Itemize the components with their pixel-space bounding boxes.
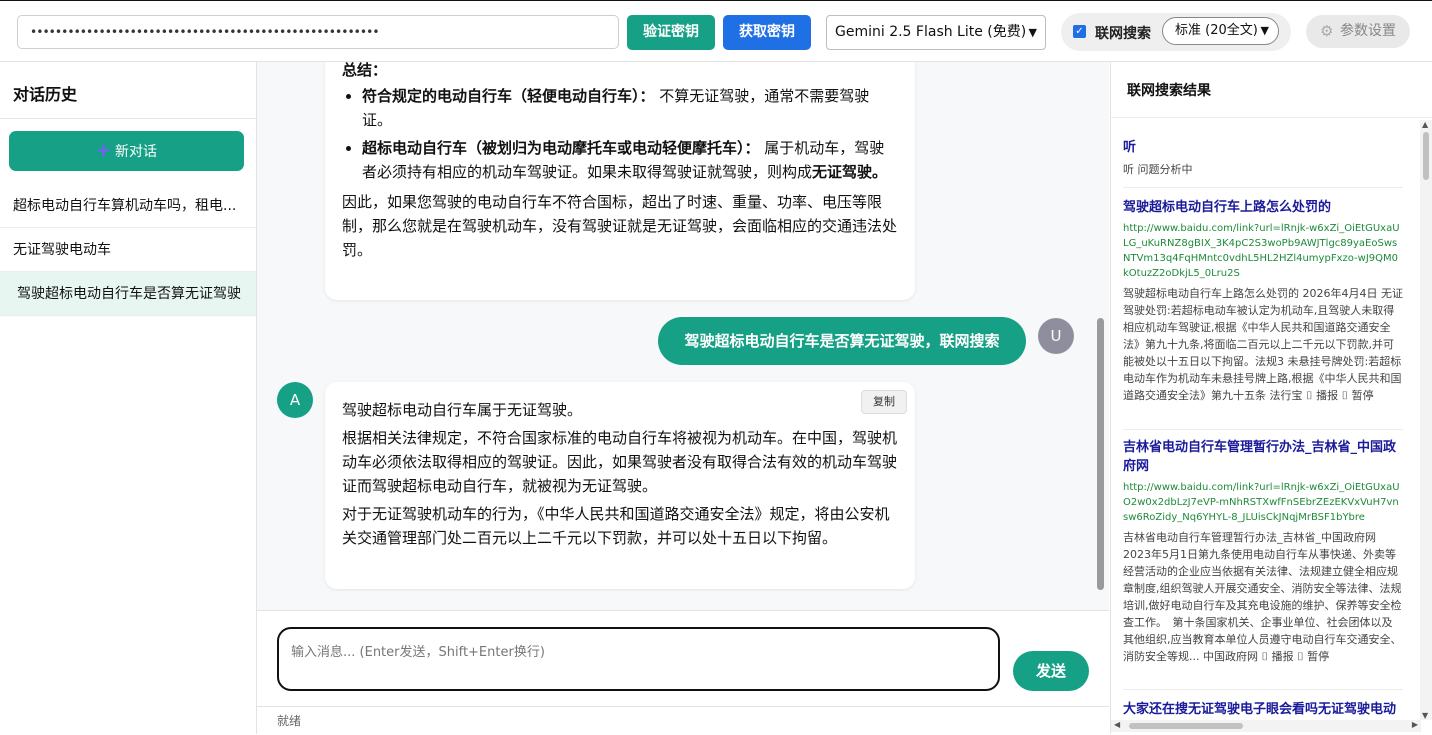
result-snippet: 驾驶超标电动自行车上路怎么处罚的 2026年4月4日 无证驾驶处罚:若超标电动车…	[1123, 287, 1403, 402]
search-results-panel: 联网搜索结果 听 听 问题分析中 驾驶超标电动自行车上路怎么处罚的 http:/…	[1110, 62, 1432, 734]
history-item-active[interactable]: 驾驶超标电动自行车是否算无证驾驶	[0, 272, 256, 316]
search-result: 听 听 问题分析中	[1123, 138, 1403, 188]
message-paragraph: 因此，如果您驾驶的电动自行车不符合国标，超出了时速、重量、功率、电压等限制，那么…	[342, 193, 898, 259]
scroll-left-arrow-icon[interactable]: ◀	[1114, 720, 1120, 729]
top-toolbar: ••••••••••••••••••••••••••••••••••••••••…	[0, 0, 1432, 62]
message-input[interactable]: 输入消息... (Enter发送，Shift+Enter换行)	[277, 627, 1000, 691]
divider	[1111, 117, 1432, 118]
scroll-thumb[interactable]	[1129, 723, 1243, 729]
assistant-message: 总结： 符合规定的电动自行车（轻便电动自行车）： 不算无证驾驶，通常不需要驾驶证…	[325, 62, 915, 300]
history-sidebar: 对话历史 + 新对话 超标电动自行车算机动车吗，租电... 无证驾驶电动车 驾驶超…	[0, 62, 257, 734]
result-url[interactable]: http://www.baidu.com/link?url=lRnjk-w6xZ…	[1123, 221, 1403, 281]
search-mode-value: 标准 (20全文)	[1175, 23, 1258, 38]
result-title[interactable]: 驾驶超标电动自行车上路怎么处罚的	[1123, 198, 1403, 217]
list-item: 超标电动自行车（被划归为电动摩托车或电动轻便摩托车）： 属于机动车，驾驶者必须持…	[362, 136, 898, 184]
chevron-down-icon: ▼	[1260, 24, 1269, 37]
bullet-strong: 超标电动自行车（被划归为电动摩托车或电动轻便摩托车）：	[362, 139, 760, 157]
settings-button[interactable]: ⚙ 参数设置	[1306, 15, 1410, 48]
api-key-input[interactable]: ••••••••••••••••••••••••••••••••••••••••…	[17, 15, 619, 49]
scroll-up-arrow-icon[interactable]: ▲	[1422, 120, 1428, 129]
bullet-strong-end: 无证驾驶。	[812, 163, 888, 181]
assistant-message: 复制 驾驶超标电动自行车属于无证驾驶。 根据相关法律规定，不符合国家标准的电动自…	[325, 382, 915, 589]
assistant-avatar: A	[277, 382, 313, 418]
chat-scrollbar[interactable]	[1097, 318, 1104, 590]
model-select[interactable]: Gemini 2.5 Flash Lite (免费) ▼	[826, 15, 1046, 50]
list-item: 符合规定的电动自行车（轻便电动自行车）： 不算无证驾驶，通常不需要驾驶证。	[362, 84, 898, 132]
new-chat-label: 新对话	[115, 144, 158, 160]
result-title[interactable]: 大家还在搜无证驾驶电子眼会看吗无证驾驶电动	[1123, 700, 1403, 719]
new-chat-button[interactable]: + 新对话	[9, 131, 244, 171]
composer: 输入消息... (Enter发送，Shift+Enter换行) 发送	[257, 610, 1109, 706]
scroll-right-arrow-icon[interactable]: ▶	[1412, 720, 1418, 729]
settings-label: 参数设置	[1340, 23, 1396, 39]
search-result: 驾驶超标电动自行车上路怎么处罚的 http://www.baidu.com/li…	[1123, 198, 1403, 430]
results-horizontal-scrollbar[interactable]: ◀ ▶	[1111, 720, 1421, 732]
message-paragraph: 对于无证驾驶机动车的行为，《中华人民共和国道路交通安全法》规定，将由公安机关交通…	[342, 505, 890, 547]
result-title[interactable]: 听	[1123, 138, 1403, 157]
panel-title: 联网搜索结果	[1127, 83, 1211, 99]
scroll-thumb[interactable]	[1423, 132, 1429, 180]
status-bar: 就绪	[257, 706, 1109, 734]
results-vertical-scrollbar[interactable]: ▲ ▼	[1420, 120, 1432, 720]
get-key-button[interactable]: 获取密钥	[723, 15, 811, 50]
bullet-list: 符合规定的电动自行车（轻便电动自行车）： 不算无证驾驶，通常不需要驾驶证。 超标…	[342, 84, 898, 184]
sidebar-title: 对话历史	[13, 85, 78, 104]
verify-key-button[interactable]: 验证密钥	[627, 15, 715, 50]
web-search-group: ✓ 联网搜索 标准 (20全文) ▼	[1061, 13, 1291, 51]
message-heading: 总结：	[342, 62, 388, 79]
model-select-value: Gemini 2.5 Flash Lite (免费)	[835, 24, 1027, 40]
chevron-down-icon: ▼	[1028, 26, 1037, 39]
message-paragraph: 根据相关法律规定，不符合国家标准的电动自行车将被视为机动车。在中国，驾驶机动车必…	[342, 429, 898, 495]
user-avatar: U	[1038, 318, 1074, 354]
send-button[interactable]: 发送	[1013, 651, 1089, 691]
web-search-checkbox[interactable]: ✓	[1073, 25, 1086, 38]
history-item[interactable]: 无证驾驶电动车	[0, 228, 256, 272]
copy-button[interactable]: 复制	[861, 390, 907, 414]
result-title[interactable]: 吉林省电动自行车管理暂行办法_吉林省_中国政府网	[1123, 438, 1403, 476]
scroll-down-arrow-icon[interactable]: ▼	[1422, 711, 1428, 720]
web-search-label: 联网搜索	[1095, 26, 1151, 42]
divider	[0, 118, 256, 119]
chat-messages: 总结： 符合规定的电动自行车（轻便电动自行车）： 不算无证驾驶，通常不需要驾驶证…	[257, 62, 1109, 610]
bullet-strong: 符合规定的电动自行车（轻便电动自行车）：	[362, 87, 655, 105]
message-paragraph: 驾驶超标电动自行车属于无证驾驶。	[342, 401, 583, 419]
result-snippet: 吉林省电动自行车管理暂行办法_吉林省_中国政府网 2023年5月1日第九条使用电…	[1123, 531, 1402, 663]
search-result: 吉林省电动自行车管理暂行办法_吉林省_中国政府网 http://www.baid…	[1123, 438, 1403, 690]
plus-icon: +	[95, 140, 112, 161]
result-url[interactable]: http://www.baidu.com/link?url=lRnjk-w6xZ…	[1123, 480, 1403, 525]
user-message: 驾驶超标电动自行车是否算无证驾驶，联网搜索	[658, 317, 1026, 365]
search-mode-select[interactable]: 标准 (20全文) ▼	[1162, 17, 1279, 45]
history-item[interactable]: 超标电动自行车算机动车吗，租电...	[0, 184, 256, 228]
gear-icon: ⚙	[1320, 22, 1334, 40]
result-snippet: 听 问题分析中	[1123, 163, 1193, 176]
